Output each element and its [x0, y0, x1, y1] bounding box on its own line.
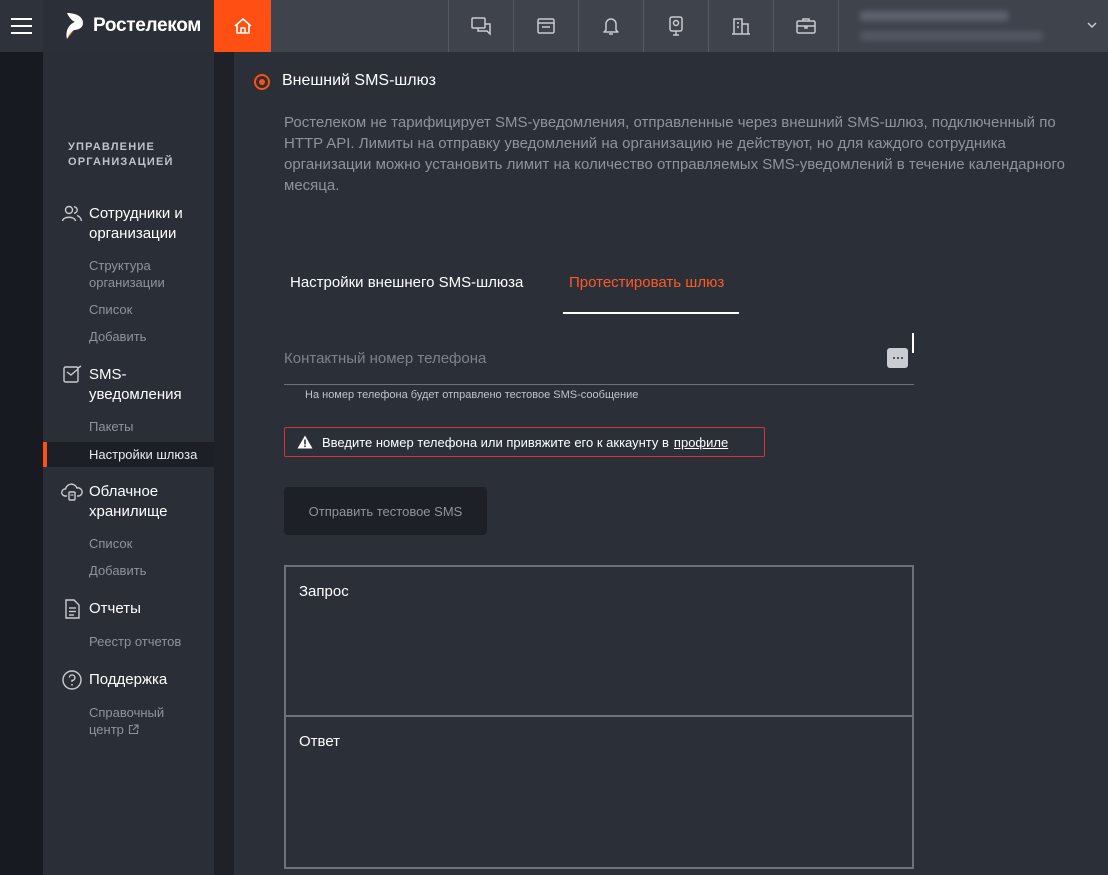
sidebar-item-label-line: Сотрудники и [89, 205, 183, 222]
chevron-down-icon [1087, 22, 1097, 29]
left-rail [0, 52, 43, 875]
sidebar-section-title: УПРАВЛЕНИЕ ОРГАНИЗАЦИЕЙ [68, 140, 174, 170]
sidebar-subitem-employees-add[interactable]: Добавить [43, 328, 214, 345]
account-org-blur [859, 31, 1044, 41]
account-menu[interactable] [838, 0, 1108, 52]
phone-field [284, 344, 914, 385]
gateway-description: Ростелеком не тарифицирует SMS-уведомлен… [284, 114, 1065, 194]
calendar-icon [537, 18, 555, 34]
sidebar-subitem-label-line: организации [89, 275, 165, 290]
sidebar-item-cloud[interactable]: Облачное хранилище [43, 482, 214, 522]
error-alert: Введите номер телефона или привяжите его… [284, 427, 765, 457]
account-name-hidden [859, 11, 1044, 41]
organization-button[interactable] [708, 0, 773, 52]
bell-icon [603, 18, 619, 35]
sidebar-group-cloud: Облачное хранилище Список Добавить [43, 482, 214, 579]
sidebar-section-title-line: ОРГАНИЗАЦИЕЙ [68, 156, 174, 168]
sidebar-subitem-help-center[interactable]: Справочный центр [43, 704, 214, 738]
sidebar-item-label: Облачное хранилище [89, 482, 168, 522]
main-content: Внешний SMS-шлюз Ростелеком не тарифицир… [234, 52, 1108, 875]
external-gateway-radio[interactable] [254, 74, 270, 90]
sidebar-subitem-cloud-list[interactable]: Список [43, 535, 214, 552]
top-bar-spacer [271, 0, 448, 52]
sidebar-section-title-line: УПРАВЛЕНИЕ [68, 141, 155, 153]
sidebar-item-employees[interactable]: Сотрудники и организации [43, 204, 214, 244]
sidebar-item-label-line: Облачное [89, 483, 159, 500]
dot [896, 357, 899, 359]
sidebar-item-label: Отчеты [89, 600, 141, 617]
cloud-icon [61, 483, 83, 501]
sidebar-item-label-line: SMS- [89, 366, 127, 383]
building-icon [732, 18, 750, 35]
help-icon [62, 670, 82, 690]
sidebar-subitem-label-line: центр [89, 721, 214, 738]
sidebar-subitem-label-line: Структура [89, 258, 151, 273]
menu-icon-line [11, 18, 32, 20]
menu-icon-line [11, 32, 32, 34]
request-panel: Запрос [284, 565, 914, 716]
chat-button[interactable] [448, 0, 513, 52]
tab-test-gateway[interactable]: Протестировать шлюз [563, 274, 739, 314]
home-button[interactable] [214, 0, 271, 52]
home-icon [233, 18, 252, 34]
sidebar-item-sms[interactable]: SMS- уведомления [43, 365, 214, 405]
sidebar: УПРАВЛЕНИЕ ОРГАНИЗАЦИЕЙ Сотрудники и орг… [43, 52, 214, 875]
report-icon [65, 599, 80, 619]
profile-link[interactable]: профиле [674, 435, 728, 450]
chat-icon [471, 17, 491, 36]
users-icon [61, 205, 83, 222]
camera-button[interactable] [643, 0, 708, 52]
sidebar-item-label-line: уведомления [89, 386, 182, 403]
sidebar-item-support[interactable]: Поддержка [43, 670, 214, 691]
dot [900, 357, 903, 359]
tab-gateway-settings[interactable]: Настройки внешнего SMS-шлюза [284, 274, 529, 314]
sidebar-group-reports: Отчеты Реестр отчетов [43, 599, 214, 650]
sidebar-divider [214, 52, 234, 875]
briefcase-icon [796, 18, 816, 34]
send-test-sms-button[interactable]: Отправить тестовое SMS [284, 487, 487, 535]
sidebar-group-employees: Сотрудники и организации Структура орган… [43, 204, 214, 345]
warning-icon [297, 435, 313, 449]
rostelecom-logo-icon [66, 13, 83, 39]
sidebar-group-sms: SMS- уведомления Пакеты Настройки шлюза [43, 365, 214, 467]
sidebar-item-label: Сотрудники и организации [89, 204, 183, 244]
brand-name: Ростелеком [93, 15, 202, 36]
sidebar-item-label: SMS- уведомления [89, 365, 182, 405]
menu-button[interactable] [0, 0, 43, 52]
sidebar-item-reports[interactable]: Отчеты [43, 599, 214, 620]
camera-icon [669, 16, 683, 36]
sidebar-subitem-structure[interactable]: Структура организации [43, 257, 214, 291]
sidebar-subitem-employees-list[interactable]: Список [43, 301, 214, 318]
help-center-label: центр [89, 722, 124, 737]
calendar-button[interactable] [513, 0, 578, 52]
page-title: Внешний SMS-шлюз [282, 72, 436, 89]
menu-icon-line [11, 25, 32, 27]
response-label: Ответ [299, 733, 341, 750]
response-panel: Ответ [284, 716, 914, 869]
sidebar-group-support: Поддержка Справочный центр [43, 670, 214, 738]
sidebar-subitem-label-line: Справочный [89, 705, 165, 720]
sidebar-item-label-line: организации [89, 225, 177, 242]
sidebar-subitem-reports-registry[interactable]: Реестр отчетов [43, 633, 214, 650]
brand-logo[interactable]: Ростелеком [43, 0, 214, 52]
services-button[interactable] [773, 0, 838, 52]
notifications-button[interactable] [578, 0, 643, 52]
sidebar-item-label: Поддержка [89, 671, 168, 688]
sidebar-item-label-line: хранилище [89, 503, 168, 520]
external-link-icon [128, 724, 139, 735]
request-label: Запрос [299, 583, 349, 600]
phone-input[interactable] [284, 344, 874, 367]
sms-icon [63, 365, 82, 383]
sidebar-subitem-packages[interactable]: Пакеты [43, 418, 214, 435]
password-manager-button[interactable] [887, 348, 908, 368]
phone-hint: На номер телефона будет отправлено тесто… [305, 389, 639, 401]
account-email-blur [859, 11, 1009, 21]
sidebar-subitem-cloud-add[interactable]: Добавить [43, 562, 214, 579]
sidebar-subitem-gateway-settings[interactable]: Настройки шлюза [43, 442, 214, 467]
dot [892, 357, 895, 359]
top-bar: Ростелеком [0, 0, 1108, 52]
alert-text: Введите номер телефона или привяжите его… [322, 434, 669, 450]
